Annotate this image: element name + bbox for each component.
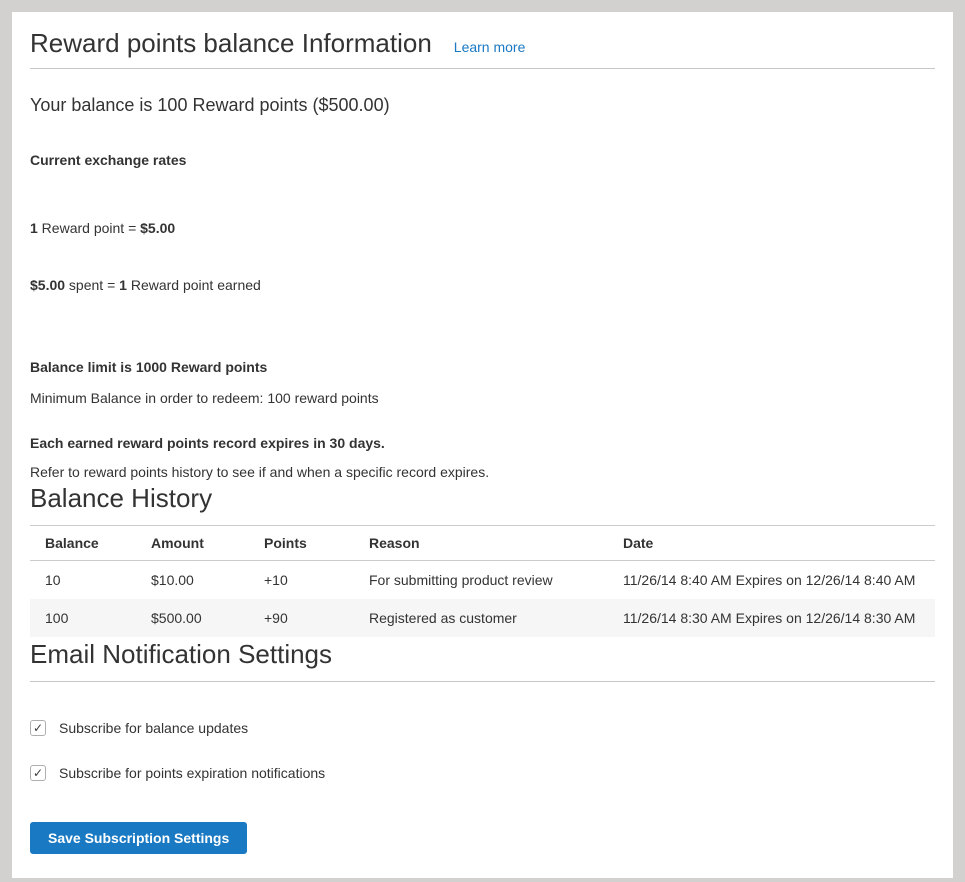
column-header-reason: Reason (354, 526, 608, 561)
exchange-rates-heading: Current exchange rates (30, 152, 935, 169)
cell-amount: $10.00 (136, 561, 249, 600)
reward-points-panel: Reward points balance Information Learn … (12, 12, 953, 878)
page-header: Reward points balance Information Learn … (30, 26, 935, 69)
exchange-rate-line-currency-to-points: $5.00 spent = 1 Reward point earned (30, 276, 935, 295)
check-icon: ✓ (33, 767, 43, 779)
column-header-points: Points (249, 526, 354, 561)
points-expiration-checkbox[interactable]: ✓ (30, 765, 46, 781)
exchange-currency-value: $5.00 (140, 220, 175, 236)
exchange-points-value: 1 (30, 220, 38, 236)
table-body: 10 $10.00 +10 For submitting product rev… (30, 561, 935, 638)
balance-updates-option[interactable]: ✓ Subscribe for balance updates (30, 720, 935, 736)
email-settings-title: Email Notification Settings (30, 637, 935, 682)
cell-reason: For submitting product review (354, 561, 608, 600)
column-header-balance: Balance (30, 526, 136, 561)
points-expiration-label[interactable]: Subscribe for points expiration notifica… (59, 765, 325, 781)
cell-balance: 10 (30, 561, 136, 600)
balance-history-title: Balance History (30, 481, 935, 515)
points-expiration-option[interactable]: ✓ Subscribe for points expiration notifi… (30, 765, 935, 781)
cell-reason: Registered as customer (354, 599, 608, 637)
exchange-line2-text: spent = (65, 277, 119, 293)
cell-balance: 100 (30, 599, 136, 637)
learn-more-link[interactable]: Learn more (454, 39, 526, 55)
balance-history-table: Balance Amount Points Reason Date 10 $10… (30, 525, 935, 637)
balance-updates-checkbox[interactable]: ✓ (30, 720, 46, 736)
balance-limit-text: Balance limit is 1000 Reward points (30, 359, 935, 376)
exchange-spent-value: $5.00 (30, 277, 65, 293)
expiration-policy-text: Each earned reward points record expires… (30, 435, 935, 452)
balance-summary: Your balance is 100 Reward points ($500.… (30, 95, 935, 116)
column-header-date: Date (608, 526, 935, 561)
expiration-note-text: Refer to reward points history to see if… (30, 464, 935, 481)
cell-amount: $500.00 (136, 599, 249, 637)
table-header: Balance Amount Points Reason Date (30, 526, 935, 561)
exchange-rate-line-points-to-currency: 1 Reward point = $5.00 (30, 219, 935, 238)
save-subscription-button[interactable]: Save Subscription Settings (30, 822, 247, 854)
balance-updates-label[interactable]: Subscribe for balance updates (59, 720, 248, 736)
cell-points: +90 (249, 599, 354, 637)
exchange-earned-value: 1 (119, 277, 127, 293)
minimum-balance-text: Minimum Balance in order to redeem: 100 … (30, 390, 935, 407)
exchange-line2-suffix: Reward point earned (127, 277, 261, 293)
exchange-line1-text: Reward point = (38, 220, 140, 236)
check-icon: ✓ (33, 722, 43, 734)
page-title: Reward points balance Information (30, 26, 432, 60)
page-background: Reward points balance Information Learn … (0, 0, 965, 882)
cell-points: +10 (249, 561, 354, 600)
cell-date: 11/26/14 8:40 AM Expires on 12/26/14 8:4… (608, 561, 935, 600)
table-header-row: Balance Amount Points Reason Date (30, 526, 935, 561)
cell-date: 11/26/14 8:30 AM Expires on 12/26/14 8:3… (608, 599, 935, 637)
exchange-rates: 1 Reward point = $5.00 $5.00 spent = 1 R… (30, 181, 935, 333)
table-row: 10 $10.00 +10 For submitting product rev… (30, 561, 935, 600)
table-row: 100 $500.00 +90 Registered as customer 1… (30, 599, 935, 637)
column-header-amount: Amount (136, 526, 249, 561)
